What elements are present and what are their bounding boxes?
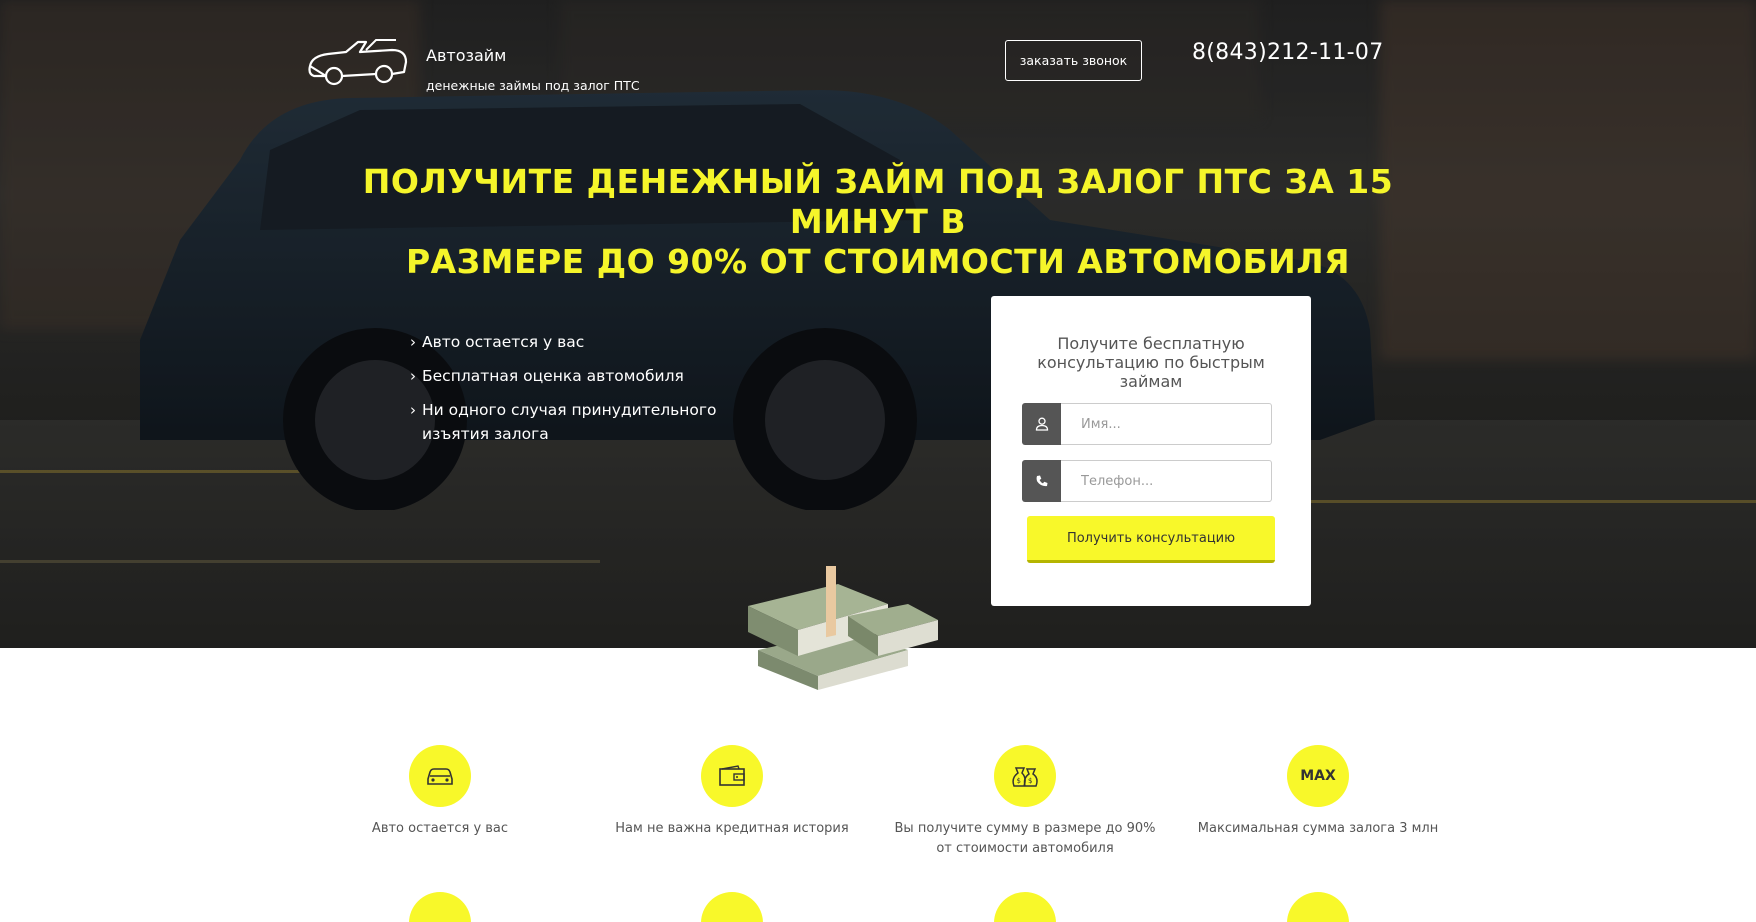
money-stack-image [748,566,938,690]
benefit-item: › Бесплатная оценка автомобиля [410,364,740,388]
feature-item-partial [1178,892,1458,922]
benefit-item: › Авто остается у вас [410,330,740,354]
user-icon [1022,403,1061,445]
feature-item-partial [592,892,872,922]
handshake-icon [1287,892,1349,922]
max-icon-label: MAX [1300,768,1336,784]
feature-item-partial [885,892,1165,922]
hero-section [0,0,1756,648]
name-input[interactable] [1061,403,1272,445]
form-title: Получите бесплатную консультацию по быст… [1037,334,1265,391]
percent-icon [701,892,763,922]
convertible-car-logo-icon [308,39,408,86]
hero-headline-line-2: размере до 90% от стоимости автомобиля [405,242,1351,281]
feature-caption: Максимальная сумма залога 3 млн [1197,821,1439,836]
feature-item-partial [300,892,580,922]
chevron-right-icon: › [410,367,416,385]
money-bags-icon: $ $ [994,745,1056,807]
benefits-list: › Авто остается у вас › Бесплатная оценка … [410,330,740,456]
svg-text:$: $ [1017,777,1021,785]
wallet-icon [701,745,763,807]
brand-tagline: денежные займы под залог ПТС [426,78,640,93]
clock-icon [409,892,471,922]
benefit-text: Ни одного случая принудительного изъятия… [422,401,717,443]
name-field [1022,403,1272,445]
phone-input[interactable] [1061,460,1272,502]
benefit-text: Бесплатная оценка автомобиля [422,367,684,385]
feature-caption: Вы получите сумму в размере до 90% от ст… [894,821,1156,856]
order-call-button[interactable]: заказать звонок [1005,40,1142,81]
smile-icon [994,892,1056,922]
chevron-right-icon: › [410,401,416,419]
feature-item: MAX Максимальная сумма залога 3 млн [1178,745,1458,839]
max-icon: MAX [1287,745,1349,807]
phone-field [1022,460,1272,502]
benefit-item: › Ни одного случая принудительного изъяти… [410,398,740,446]
phone-icon [1022,460,1061,502]
hero-headline-line-1: Получите денежный займ под залог ПТС за … [362,162,1394,241]
chevron-right-icon: › [410,333,416,351]
benefit-text: Авто остается у вас [422,333,585,351]
get-consultation-button[interactable]: Получить консультацию [1027,516,1275,563]
car-icon [409,745,471,807]
feature-item: Авто остается у вас [300,745,580,839]
brand-name: Автозайм [426,46,507,65]
phone-number[interactable]: 8(843)212-11-07 [1192,40,1384,65]
consultation-form-card: Получите бесплатную консультацию по быст… [991,296,1311,606]
hero-headline: Получите денежный займ под залог ПТС за … [300,162,1456,282]
feature-item: Нам не важна кредитная история [592,745,872,839]
feature-item: $ $ Вы получите сумму в размере до 90% от… [885,745,1165,859]
feature-caption: Авто остается у вас [371,821,509,836]
feature-caption: Нам не важна кредитная история [615,821,849,836]
svg-text:$: $ [1028,777,1032,785]
